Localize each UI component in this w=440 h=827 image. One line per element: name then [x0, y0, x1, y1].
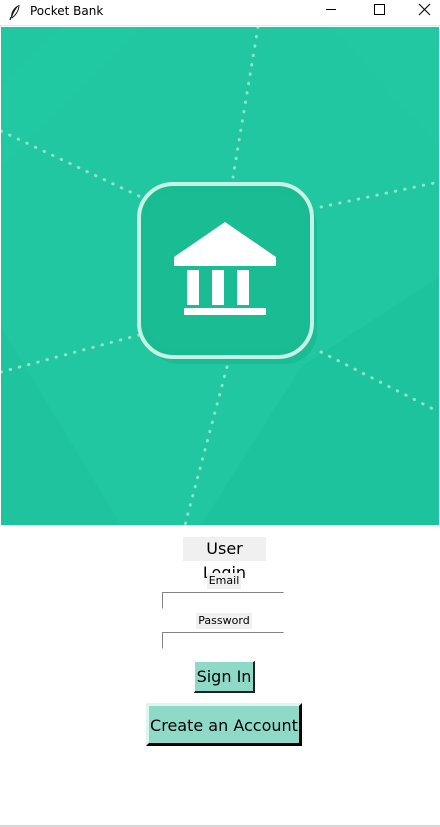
user-login-heading: User Login — [183, 537, 266, 582]
email-field[interactable] — [162, 592, 284, 609]
window-title: Pocket Bank — [30, 4, 104, 18]
feather-icon — [8, 4, 22, 21]
maximize-button[interactable] — [356, 0, 402, 26]
email-label: Email — [207, 573, 241, 589]
banner-image — [1, 27, 439, 525]
maximize-icon — [374, 4, 385, 15]
password-label: Password — [196, 613, 252, 629]
minimize-icon — [326, 9, 336, 10]
title-bar[interactable]: Pocket Bank — [0, 0, 440, 26]
close-button[interactable] — [402, 0, 440, 26]
create-account-button[interactable]: Create an Account — [146, 703, 302, 746]
password-field[interactable] — [162, 632, 284, 649]
close-icon — [418, 3, 431, 16]
app-window: Pocket Bank User Email Password Sign In … — [0, 0, 440, 827]
minimize-button[interactable] — [308, 0, 354, 26]
sign-in-button[interactable]: Sign In — [194, 661, 255, 693]
